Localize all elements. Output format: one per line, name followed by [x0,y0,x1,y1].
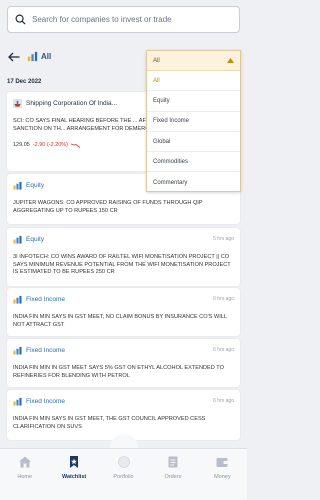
portfolio-icon [117,456,130,468]
fixed-income-icon [13,295,22,304]
dropdown-selected-label: All [153,57,160,64]
filter-row: All [8,51,51,62]
nav-orders[interactable]: Orders [148,449,197,500]
ship-company-icon [13,98,22,108]
search-bar[interactable] [7,6,240,33]
price-change: -2.90 (-2.20%) [32,142,68,149]
filter-label[interactable]: All [41,52,51,61]
wallet-icon [216,458,228,467]
search-input[interactable] [32,15,232,24]
nav-money-label: Money [214,474,231,480]
news-category: Fixed Income [26,397,66,405]
trend-down-icon [70,143,80,148]
chevron-up-icon [227,58,234,63]
news-category: Fixed Income [26,346,66,354]
dropdown-option-global[interactable]: Global [147,132,240,153]
back-arrow-icon[interactable] [8,52,20,62]
company-name: Shipping Corporation Of India... [26,99,118,107]
dropdown-option-fixed-income[interactable]: Fixed Income [147,112,240,132]
news-text: INDIA FIN MIN IN GST MEET SAYS 5% GST ON… [13,365,224,379]
fixed-income-icon [13,346,22,355]
nav-portfolio[interactable]: Portfolio [99,449,148,500]
bottom-nav: Home Watchlist Portfolio Orders Money [0,448,247,500]
news-card[interactable]: Equity 5 hrs ago 3I INFOTECH: CO WINS AW… [7,228,240,286]
news-time: 5 hrs ago [213,236,234,242]
dropdown-option-commentary[interactable]: Commentary [147,172,240,192]
news-category: Equity [26,181,45,189]
news-text: INDIA FIN MIN SAYS IN GST MEET, NO CLAIM… [13,314,227,328]
dropdown-option-all[interactable]: All [147,71,240,92]
dropdown-option-commodities[interactable]: Commodities [147,152,240,173]
nav-orders-label: Orders [164,474,182,480]
nav-home[interactable]: Home [0,449,49,500]
equity-icon [13,181,22,190]
news-time: 6 hrs ago [213,398,234,404]
news-card[interactable]: Fixed Income 6 hrs ago INDIA FIN MIN SAY… [7,288,240,336]
nav-home-label: Home [17,474,33,480]
equity-icon [13,235,22,244]
dropdown-selected[interactable]: All [147,51,240,71]
fixed-income-icon [13,397,22,406]
news-category-icon [27,51,38,62]
nav-money[interactable]: Money [198,449,247,500]
date-header: 17 Dec 2022 [7,79,42,85]
last-price: 129.05 [13,142,30,149]
dropdown-option-equity[interactable]: Equity [147,91,240,112]
news-category: Equity [26,235,45,243]
bookmark-icon [70,456,79,468]
nav-portfolio-label: Portfolio [113,474,134,480]
orders-icon [168,456,178,468]
news-category: Fixed Income [26,295,66,303]
nav-watchlist[interactable]: Watchlist [49,449,98,500]
nav-watchlist-label: Watchlist [61,474,87,480]
news-time: 6 hrs ago [213,347,234,353]
news-time: 6 hrs ago [213,296,234,302]
news-card[interactable]: Fixed Income 6 hrs ago INDIA FIN MIN SAY… [7,390,240,440]
news-card[interactable]: Fixed Income 6 hrs ago INDIA FIN MIN IN … [7,339,240,387]
category-dropdown[interactable]: All All Equity Fixed Income Global Commo… [146,50,241,192]
home-icon [18,456,31,468]
search-icon [15,14,26,25]
news-text: 3I INFOTECH: CO WINS AWARD OF RAILTEL WI… [13,254,231,276]
news-text: JUPITER WAGONS: CO APPROVED RAISING OF F… [13,200,203,214]
